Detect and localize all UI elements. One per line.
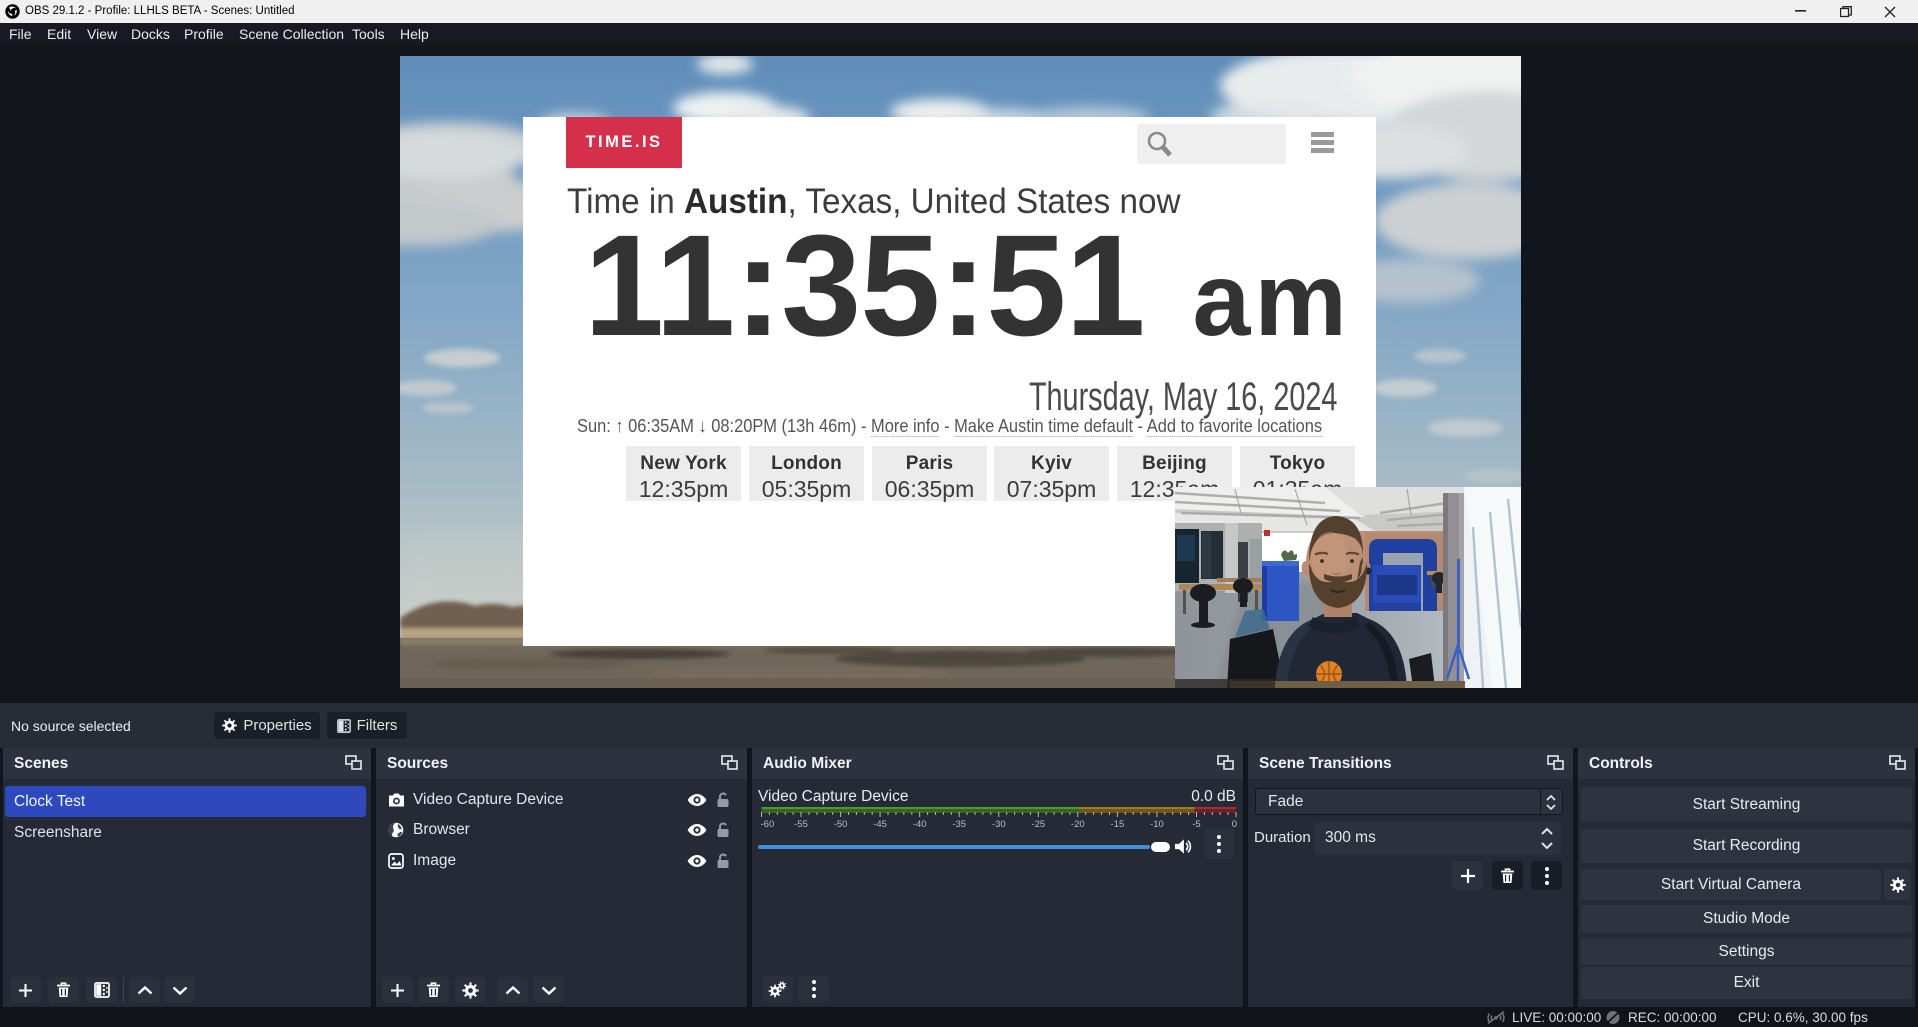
- svg-text:-30: -30: [992, 819, 1006, 830]
- svg-text:-40: -40: [913, 819, 927, 830]
- svg-text:-45: -45: [873, 819, 887, 830]
- svg-text:-5: -5: [1192, 819, 1200, 830]
- svg-text:-20: -20: [1071, 819, 1085, 830]
- svg-text:-35: -35: [952, 819, 966, 830]
- svg-text:-50: -50: [834, 819, 848, 830]
- svg-text:-15: -15: [1111, 819, 1125, 830]
- svg-text:-10: -10: [1150, 819, 1164, 830]
- svg-text:-60: -60: [761, 819, 775, 830]
- svg-text:-25: -25: [1031, 819, 1045, 830]
- svg-text:-55: -55: [794, 819, 808, 830]
